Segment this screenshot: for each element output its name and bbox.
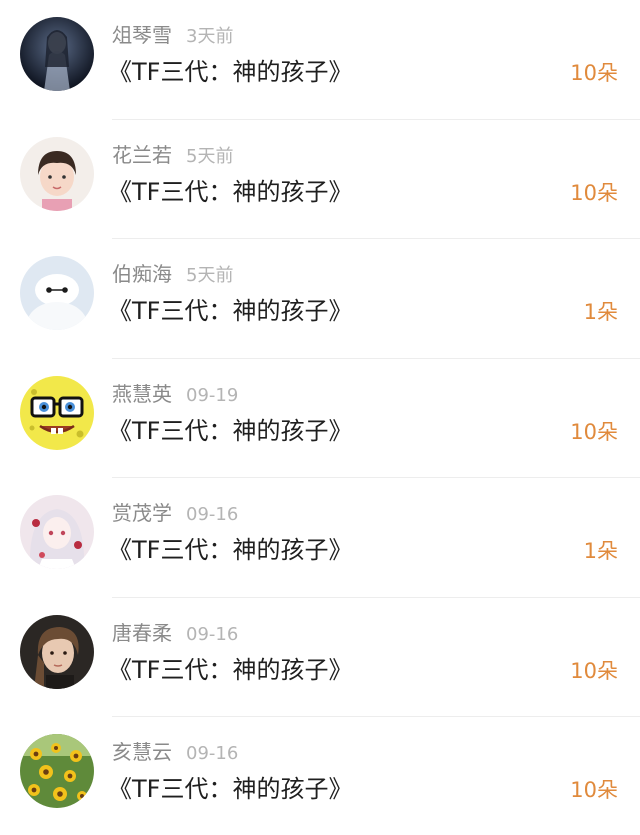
selfie-photo-avatar [20, 614, 94, 689]
white-robot-avatar [20, 256, 94, 330]
timestamp: 09-16 [186, 623, 239, 645]
list-item[interactable]: 赏茂学 09-16 《TF三代：神的孩子》 1朵 [0, 478, 640, 598]
user-name[interactable]: 唐春柔 [112, 621, 172, 645]
list-item[interactable]: 唐春柔 09-16 《TF三代：神的孩子》 10朵 [0, 598, 640, 717]
avatar[interactable] [20, 734, 94, 808]
user-name[interactable]: 俎琴雪 [112, 23, 172, 47]
avatar[interactable] [20, 614, 94, 689]
anime-girl-avatar [20, 495, 94, 569]
user-name[interactable]: 伯痴海 [112, 262, 172, 286]
list-item[interactable]: 伯痴海 5天前 《TF三代：神的孩子》 1朵 [0, 239, 640, 359]
flower-count: 10朵 [570, 180, 618, 205]
timestamp: 09-16 [186, 743, 239, 764]
sunflower-avatar [20, 734, 94, 808]
user-name[interactable]: 亥慧云 [112, 740, 172, 764]
timestamp: 5天前 [186, 145, 234, 167]
flower-count: 1朵 [583, 300, 618, 324]
flower-count: 1朵 [583, 539, 618, 563]
child-photo-avatar [20, 136, 94, 211]
user-info: 赏茂学 09-16 [112, 499, 238, 527]
user-info: 唐春柔 09-16 [112, 619, 238, 647]
user-info: 伯痴海 5天前 [112, 260, 233, 288]
user-name[interactable]: 燕慧英 [112, 382, 172, 406]
gift-title[interactable]: 《TF三代：神的孩子》 [108, 55, 352, 89]
list-item[interactable]: 俎琴雪 3天前 《TF三代：神的孩子》 10朵 [0, 0, 640, 120]
avatar[interactable] [20, 256, 94, 330]
sponge-cartoon-avatar [20, 375, 94, 450]
dark-figure-avatar [20, 17, 94, 91]
timestamp: 09-19 [186, 384, 239, 406]
avatar[interactable] [20, 375, 94, 450]
gift-title[interactable]: 《TF三代：神的孩子》 [108, 653, 352, 687]
user-info: 俎琴雪 3天前 [112, 21, 233, 49]
gift-title[interactable]: 《TF三代：神的孩子》 [108, 414, 352, 448]
flower-count: 10朵 [570, 61, 618, 85]
list-item[interactable]: 亥慧云 09-16 《TF三代：神的孩子》 10朵 [0, 717, 640, 835]
gift-title[interactable]: 《TF三代：神的孩子》 [108, 533, 352, 567]
gift-record-list: 俎琴雪 3天前 《TF三代：神的孩子》 10朵 花兰若 5天前 《TF三代：神的孩子… [0, 0, 640, 835]
user-info: 花兰若 5天前 [112, 141, 233, 169]
list-item[interactable]: 花兰若 5天前 《TF三代：神的孩子》 10朵 [0, 120, 640, 239]
flower-count: 10朵 [570, 778, 618, 802]
gift-title[interactable]: 《TF三代：神的孩子》 [108, 294, 352, 328]
timestamp: 3天前 [186, 26, 234, 47]
gift-title[interactable]: 《TF三代：神的孩子》 [108, 772, 352, 806]
list-item[interactable]: 燕慧英 09-19 《TF三代：神的孩子》 10朵 [0, 359, 640, 478]
avatar[interactable] [20, 17, 94, 91]
user-name[interactable]: 赏茂学 [112, 501, 172, 525]
avatar[interactable] [20, 495, 94, 569]
timestamp: 5天前 [186, 265, 234, 286]
flower-count: 10朵 [570, 658, 618, 683]
timestamp: 09-16 [186, 504, 239, 525]
flower-count: 10朵 [570, 419, 618, 444]
avatar[interactable] [20, 136, 94, 211]
gift-title[interactable]: 《TF三代：神的孩子》 [108, 175, 352, 209]
user-info: 亥慧云 09-16 [112, 738, 238, 766]
user-info: 燕慧英 09-19 [112, 380, 238, 408]
user-name[interactable]: 花兰若 [112, 143, 172, 167]
